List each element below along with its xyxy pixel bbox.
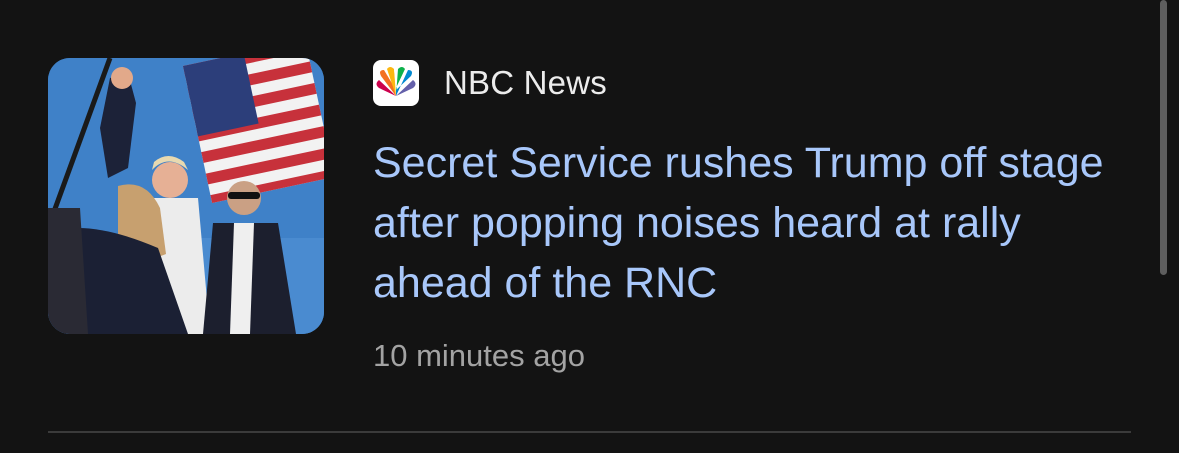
divider [48,431,1131,433]
article-timestamp: 10 minutes ago [373,338,585,373]
article-thumbnail[interactable] [48,58,324,334]
article-headline[interactable]: Secret Service rushes Trump off stage af… [373,133,1113,313]
source-row: NBC News [373,60,607,106]
nbc-peacock-icon [373,60,419,106]
news-card[interactable]: NBC News Secret Service rushes Trump off… [48,58,1138,398]
source-name: NBC News [444,64,607,101]
news-feed: NBC News Secret Service rushes Trump off… [0,0,1179,453]
news-photo-thumbnail-icon [48,58,324,334]
scrollbar[interactable] [1160,0,1167,275]
